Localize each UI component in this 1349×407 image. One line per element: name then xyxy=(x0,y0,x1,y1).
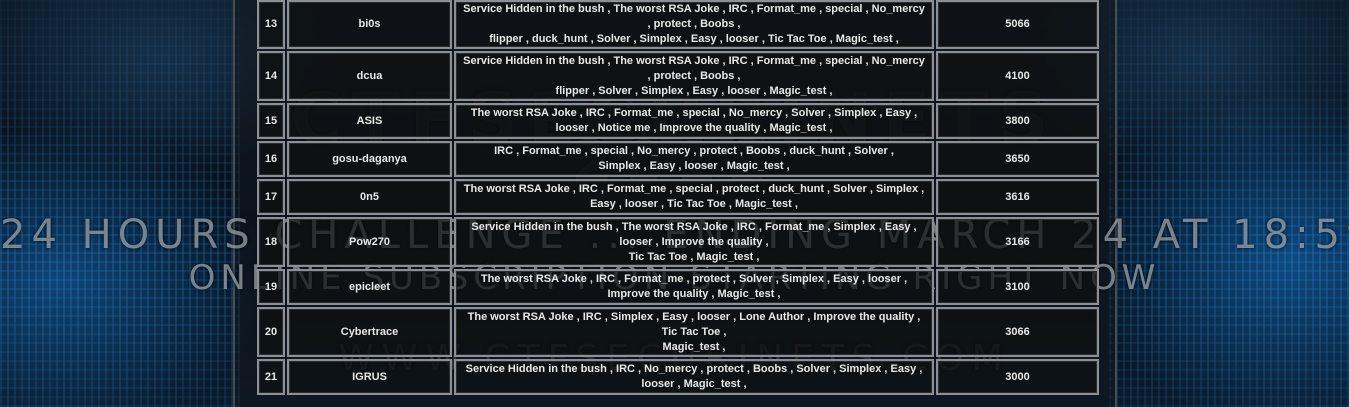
solved-challenges-line: looser , Magic_test , xyxy=(641,378,747,390)
table-row: 14 dcua Service Hidden in the bush , The w… xyxy=(257,51,1099,101)
solved-challenges-line: Service Hidden in the bush , The worst R… xyxy=(471,220,917,233)
team-rank: 20 xyxy=(257,307,285,357)
team-score: 3166 xyxy=(936,217,1099,267)
team-score: 3100 xyxy=(936,269,1099,305)
table-row: 15 ASIS The worst RSA Joke , IRC , Format_… xyxy=(257,103,1099,139)
team-rank: 21 xyxy=(257,359,285,395)
team-name: bi0s xyxy=(287,0,452,49)
team-name: epicleet xyxy=(287,269,452,305)
team-name: dcua xyxy=(287,51,452,101)
team-name: gosu-daganya xyxy=(287,141,452,177)
team-score: 3650 xyxy=(936,141,1099,177)
solved-challenges: Service Hidden in the bush , The worst R… xyxy=(454,0,934,49)
table-row: 16 gosu-daganya IRC , Format_me , special … xyxy=(257,141,1099,177)
solved-challenges-line: Service Hidden in the bush , The worst R… xyxy=(463,3,925,15)
team-score: 3616 xyxy=(936,179,1099,215)
team-score: 3066 xyxy=(936,307,1099,357)
solved-challenges: The worst RSA Joke , IRC , Format_me , s… xyxy=(454,179,934,215)
team-name: 0n5 xyxy=(287,179,452,215)
solved-challenges-line: flipper , duck_hunt , Solver , Simplex ,… xyxy=(489,33,899,45)
solved-challenges-line: , protect , Boobs , xyxy=(647,69,741,82)
solved-challenges: Service Hidden in the bush , The worst R… xyxy=(454,217,934,267)
team-rank: 13 xyxy=(257,0,285,49)
team-rank: 18 xyxy=(257,217,285,267)
solved-challenges-line: The worst RSA Joke , IRC , Format_me , s… xyxy=(463,183,925,195)
solved-challenges-line: The worst RSA Joke , IRC , Format_me , p… xyxy=(480,273,908,285)
solved-challenges-line: Tic Tac Toe , Magic_test , xyxy=(628,250,760,263)
team-score: 3800 xyxy=(936,103,1099,139)
solved-challenges: Service Hidden in the bush , IRC , No_me… xyxy=(454,359,934,395)
solved-challenges: The worst RSA Joke , IRC , Format_me , p… xyxy=(454,269,934,305)
team-score: 5066 xyxy=(936,0,1099,49)
solved-challenges-line: , protect , Boobs , xyxy=(647,18,741,30)
team-score: 3000 xyxy=(936,359,1099,395)
solved-challenges: Service Hidden in the bush , The worst R… xyxy=(454,51,934,101)
team-name: Cybertrace xyxy=(287,307,452,357)
solved-challenges-line: Magic_test , xyxy=(662,340,726,353)
solved-challenges-line: IRC , Format_me , special , No_mercy , p… xyxy=(494,145,894,157)
solved-challenges-line: Simplex , Easy , looser , Magic_test , xyxy=(598,160,790,172)
table-row: 17 0n5 The worst RSA Joke , IRC , Format_m… xyxy=(257,179,1099,215)
team-name: Pow270 xyxy=(287,217,452,267)
table-row: 21 IGRUS Service Hidden in the bush , IRC … xyxy=(257,359,1099,395)
team-name: IGRUS xyxy=(287,359,452,395)
solved-challenges-line: Tic Tac Toe , xyxy=(661,325,727,338)
solved-challenges-line: Service Hidden in the bush , The worst R… xyxy=(463,54,925,67)
team-rank: 15 xyxy=(257,103,285,139)
team-name: ASIS xyxy=(287,103,452,139)
solved-challenges-line: looser , Notice me , Improve the quality… xyxy=(555,122,833,134)
team-rank: 17 xyxy=(257,179,285,215)
table-row: 18 Pow270 Service Hidden in the bush , The… xyxy=(257,217,1099,267)
solved-challenges-line: looser , Improve the quality , xyxy=(619,235,769,248)
solved-challenges-line: Easy , looser , Tic Tac Toe , Magic_test… xyxy=(590,198,798,210)
team-rank: 19 xyxy=(257,269,285,305)
solved-challenges-line: The worst RSA Joke , IRC , Format_me , s… xyxy=(470,107,918,119)
team-rank: 16 xyxy=(257,141,285,177)
solved-challenges-line: Improve the quality , Magic_test , xyxy=(607,288,781,300)
team-rank: 14 xyxy=(257,51,285,101)
table-row: 19 epicleet The worst RSA Joke , IRC , For… xyxy=(257,269,1099,305)
solved-challenges-line: The worst RSA Joke , IRC , Simplex , Eas… xyxy=(467,310,921,323)
scoreboard-table: 13 bi0s Service Hidden in the bush , The w… xyxy=(255,0,1101,397)
team-score: 4100 xyxy=(936,51,1099,101)
solved-challenges-line: Service Hidden in the bush , IRC , No_me… xyxy=(465,363,923,375)
solved-challenges-line: flipper , Solver , Simplex , Easy , loos… xyxy=(555,84,833,97)
table-row: 20 Cybertrace The worst RSA Joke , IRC , S… xyxy=(257,307,1099,357)
solved-challenges: The worst RSA Joke , IRC , Simplex , Eas… xyxy=(454,307,934,357)
solved-challenges: The worst RSA Joke , IRC , Format_me , s… xyxy=(454,103,934,139)
table-row: 13 bi0s Service Hidden in the bush , The w… xyxy=(257,0,1099,49)
solved-challenges: IRC , Format_me , special , No_mercy , p… xyxy=(454,141,934,177)
